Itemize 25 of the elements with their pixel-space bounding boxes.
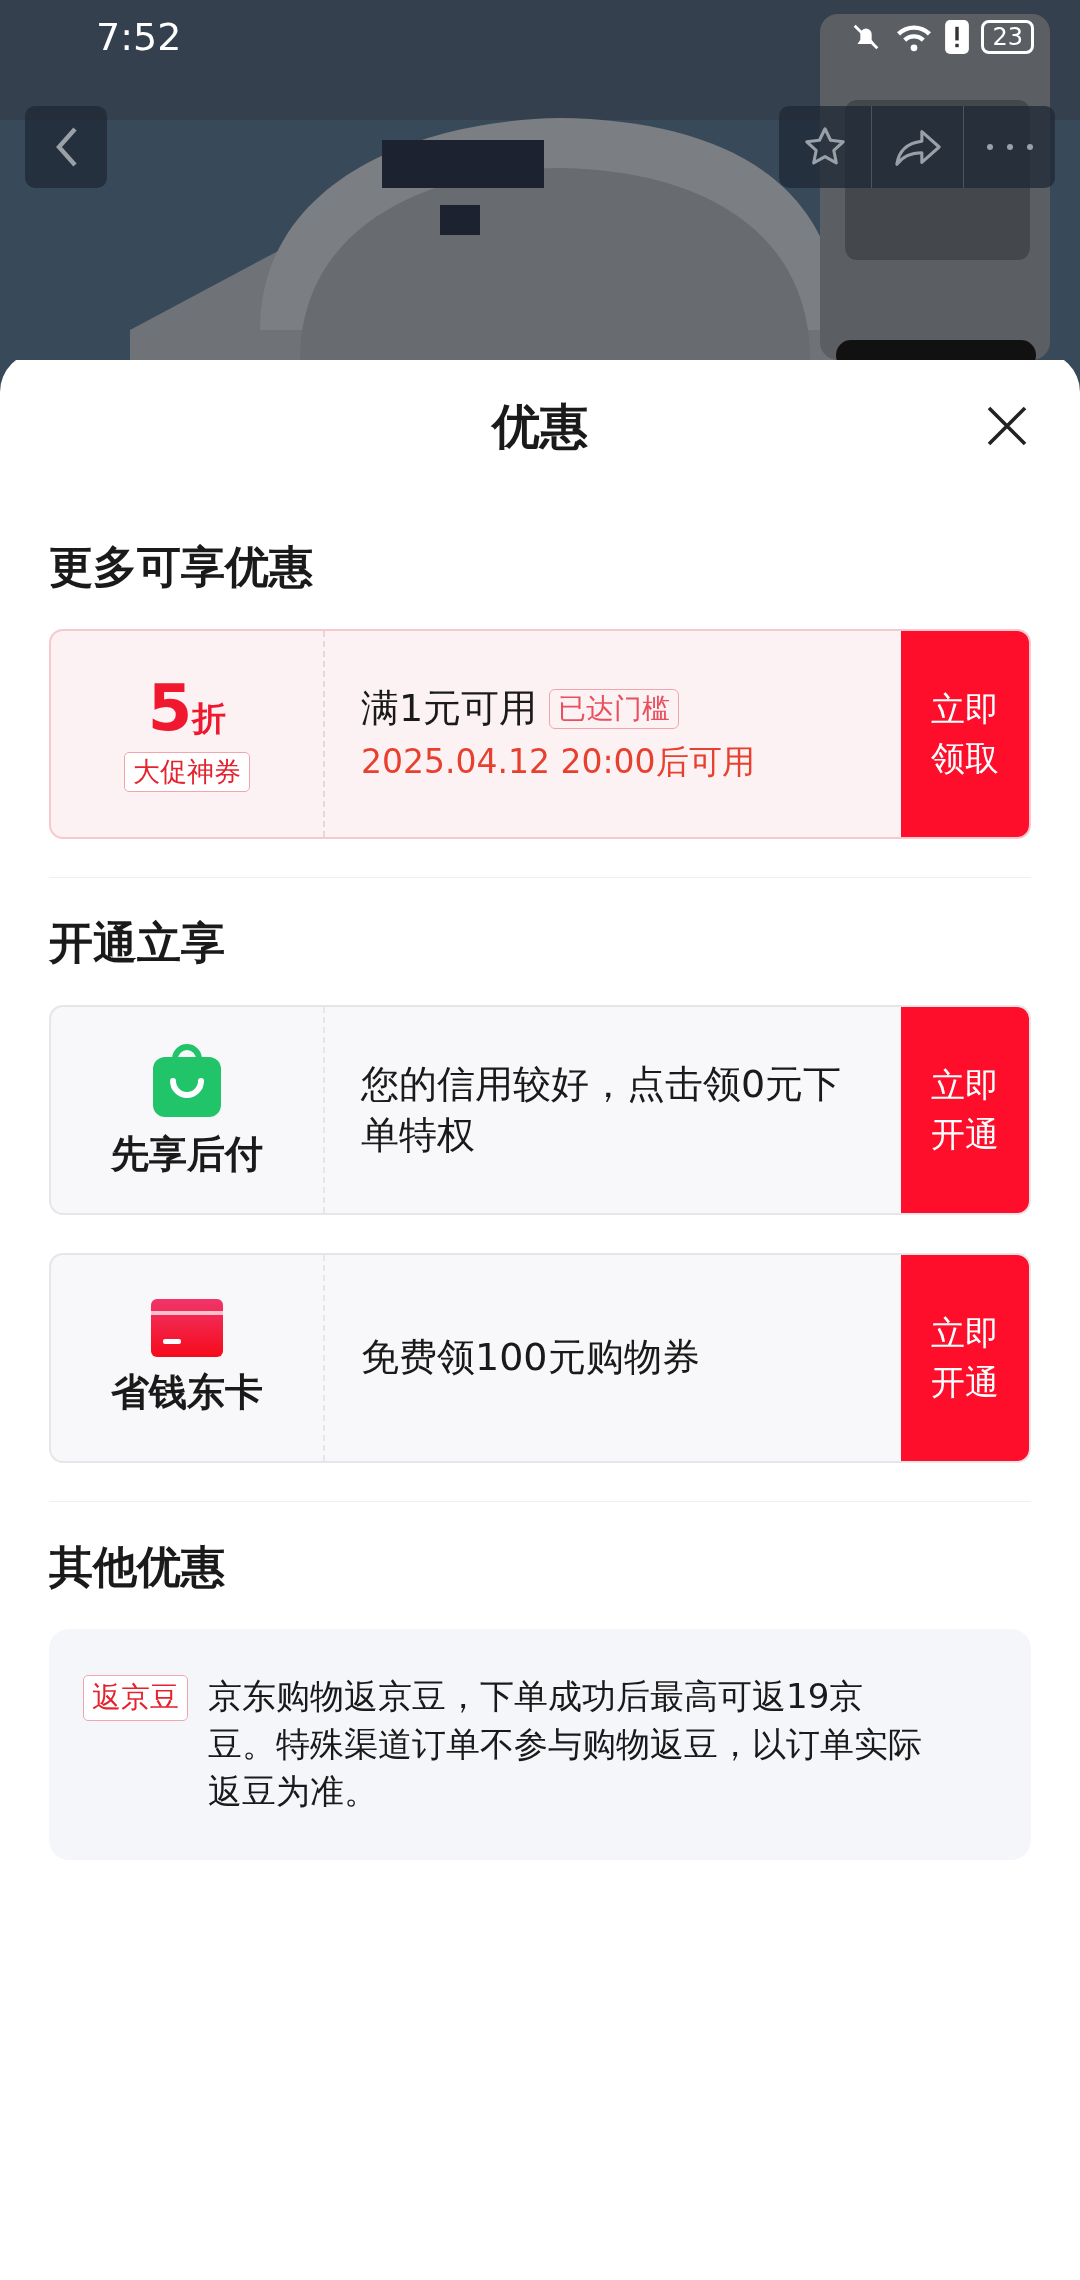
- threshold-badge: 已达门槛: [549, 688, 680, 729]
- more-icon: [984, 142, 1035, 152]
- coupon-condition: 满1元可用: [361, 685, 538, 732]
- alert-icon: [945, 20, 970, 54]
- card-icon: [151, 1298, 223, 1357]
- section-heading: 更多可享优惠: [49, 540, 314, 594]
- rebate-description: 京东购物返京豆，下单成功后最高可返19京豆。特殊渠道订单不参与购物返豆，以订单实际返豆为准。: [208, 1675, 923, 1814]
- section-heading: 其他优惠: [49, 1540, 226, 1594]
- service-description: 免费领100元购物券: [361, 1334, 701, 1382]
- service-name: 先享后付: [111, 1130, 263, 1178]
- coupon-validity: 2025.04.12 20:00后可用: [361, 741, 756, 783]
- rebate-tag: 返京豆: [83, 1675, 188, 1721]
- activate-button[interactable]: 立即开通: [901, 1255, 1029, 1461]
- battery-level: 23: [992, 23, 1023, 51]
- coupon-tag: 大促神券: [124, 752, 250, 792]
- service-description: 您的信用较好，点击领0元下单特权: [361, 1060, 843, 1159]
- claim-button[interactable]: 立即领取: [901, 631, 1029, 837]
- section-heading: 开通立享: [49, 916, 226, 970]
- chevron-left-icon: [53, 125, 79, 169]
- sheet-title: 优惠: [492, 397, 588, 456]
- status-time: 7:52: [96, 15, 182, 59]
- activate-button[interactable]: 立即开通: [901, 1007, 1029, 1213]
- back-button[interactable]: [25, 106, 107, 188]
- service-name: 省钱东卡: [111, 1368, 263, 1416]
- discount-unit: 折: [192, 697, 227, 740]
